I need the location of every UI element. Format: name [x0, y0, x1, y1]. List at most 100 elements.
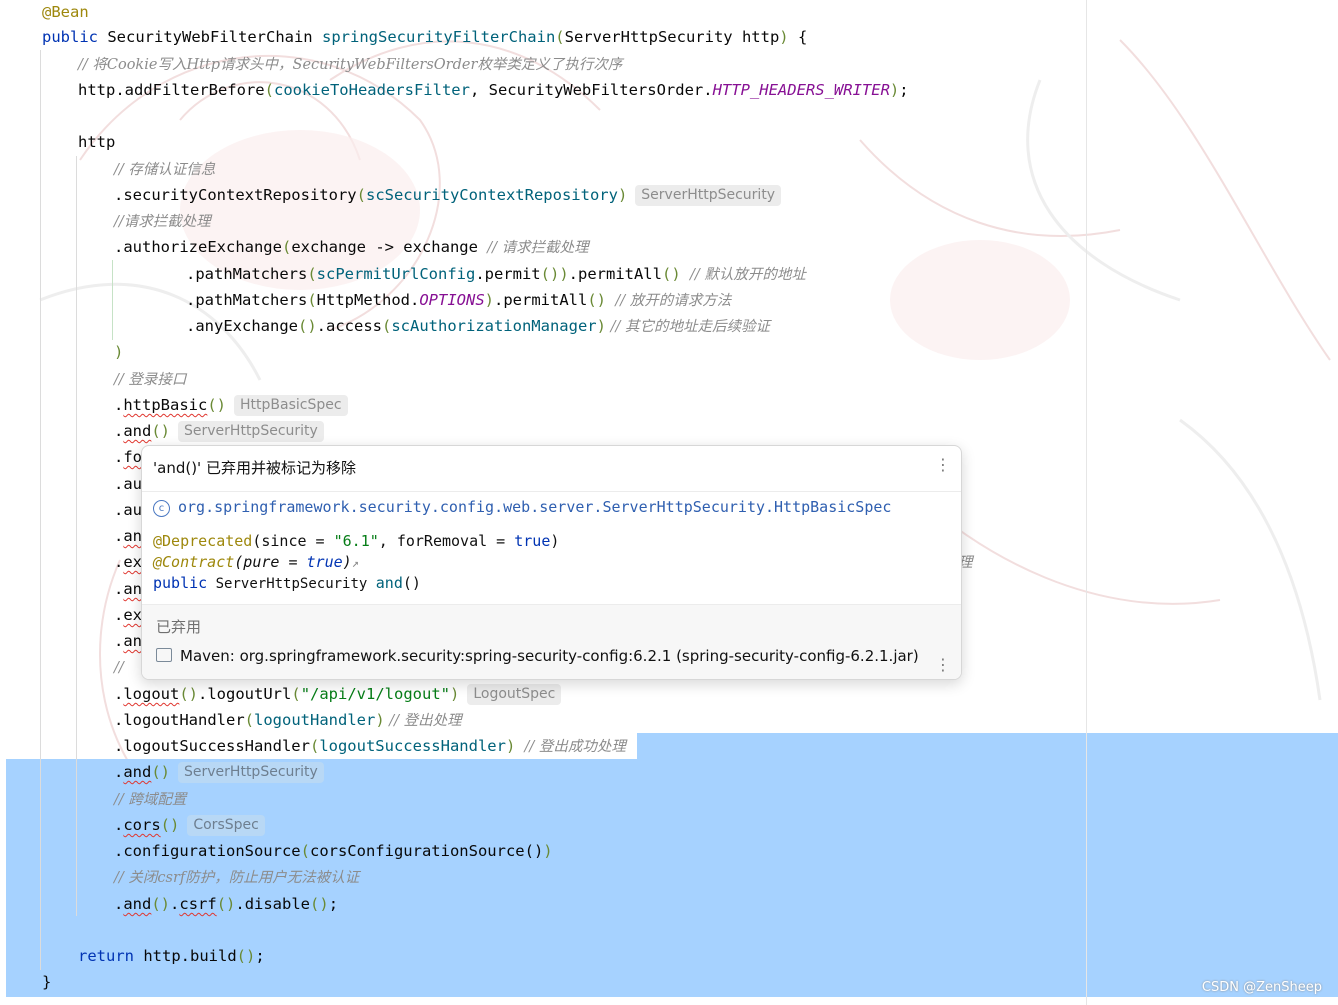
paren: () — [216, 895, 236, 913]
code-text: corsConfigurationSource() — [309, 842, 544, 860]
class-reference[interactable]: c org.springframework.security.config.web… — [153, 498, 891, 517]
type-hint: LogoutSpec — [467, 684, 562, 705]
text-selection — [637, 733, 1338, 760]
library-icon — [156, 648, 172, 662]
type-hint: HttpBasicSpec — [234, 395, 348, 416]
tooltip-title: 'and()' 已弃用并被标记为移除 — [153, 459, 356, 477]
deprecated-method[interactable]: cors — [123, 816, 160, 834]
deprecated-method[interactable]: an — [123, 527, 142, 545]
paren: ) — [450, 685, 460, 703]
method-call[interactable]: .authorizeExchange — [114, 238, 282, 256]
semicolon: ; — [328, 895, 339, 913]
code-line: .cors() CorsSpec — [114, 813, 265, 837]
code-line: } — [42, 970, 51, 994]
paren: ) — [559, 265, 569, 283]
type-hint: ServerHttpSecurity — [635, 185, 782, 206]
field-ref[interactable]: scPermitUrlConfig — [317, 265, 476, 283]
class-reference-link[interactable]: org.springframework.security.config.web.… — [178, 498, 891, 516]
external-link-icon[interactable]: ↗ — [352, 556, 359, 570]
deprecated-method[interactable]: fo — [123, 448, 142, 466]
field-ref[interactable]: scAuthorizationManager — [391, 317, 596, 335]
type-hint: ServerHttpSecurity — [178, 421, 324, 442]
more-options-icon[interactable]: ⋮ — [935, 657, 951, 673]
paren: ) — [596, 317, 606, 335]
code-line: .logoutHandler(logoutHandler) // 登出处理 — [114, 708, 462, 732]
comment: // 放开的请求方法 — [615, 293, 732, 309]
method-call[interactable]: .anyExchange — [186, 317, 298, 335]
keyword: return — [78, 947, 134, 965]
method-call[interactable]: .configurationSource — [114, 842, 301, 860]
comment: // 跨域配置 — [114, 792, 187, 808]
type-hint: CorsSpec — [187, 815, 265, 836]
deprecated-method[interactable]: httpBasic — [123, 396, 207, 414]
deprecated-method[interactable]: csrf — [179, 895, 216, 913]
method-call[interactable]: .access — [317, 317, 382, 335]
paren: () — [160, 816, 180, 834]
method-call[interactable]: .pathMatchers — [186, 291, 307, 309]
method-call[interactable]: .permitAll — [569, 265, 662, 283]
paren: ) — [617, 186, 628, 204]
code-line: .ex — [114, 550, 142, 574]
deprecated-method[interactable]: logout — [123, 685, 179, 703]
annotation[interactable]: @Deprecated — [153, 532, 252, 550]
deprecated-method[interactable]: ex — [123, 606, 142, 624]
dot: . — [114, 816, 124, 834]
code-text: ) — [342, 553, 352, 571]
maven-library: Maven: org.springframework.security:spri… — [156, 647, 919, 665]
deprecated-method[interactable]: and — [123, 763, 151, 781]
constant[interactable]: OPTIONS — [419, 291, 484, 309]
method-call[interactable]: .logoutSuccessHandler — [114, 737, 310, 755]
method-call[interactable]: .disable — [235, 895, 310, 913]
dot: . — [114, 527, 124, 545]
field-ref[interactable]: logoutHandler — [254, 711, 375, 729]
method-call[interactable]: .logoutHandler — [114, 711, 245, 729]
keyword: public — [153, 574, 208, 592]
method-name[interactable]: springSecurityFilterChain — [322, 28, 555, 46]
paren: () — [540, 265, 560, 283]
constant[interactable]: HTTP_HEADERS_WRITER — [713, 81, 890, 99]
deprecation-tooltip[interactable]: 'and()' 已弃用并被标记为移除 ⋮ c org.springframewor… — [141, 445, 962, 680]
code-line: .an — [114, 524, 142, 548]
deprecated-method[interactable]: an — [123, 580, 142, 598]
method-call[interactable]: .permit — [475, 265, 540, 283]
code-line: .configurationSource(corsConfigurationSo… — [114, 839, 553, 863]
deprecated-method[interactable]: ex — [123, 553, 142, 571]
comment: // 关闭csrf防护，防止用户无法被认证 — [114, 870, 360, 886]
deprecated-method[interactable]: an — [123, 632, 142, 650]
comment: // 默认放开的地址 — [689, 267, 806, 283]
type-name[interactable]: SecurityWebFilterChain — [107, 28, 312, 46]
field-ref[interactable]: scSecurityContextRepository — [366, 186, 618, 204]
paren: () — [151, 422, 171, 440]
paren: () — [310, 895, 329, 913]
deprecated-method[interactable]: and — [123, 895, 151, 913]
code-line: http.addFilterBefore(cookieToHeadersFilt… — [78, 78, 909, 102]
code-line: .an — [114, 577, 142, 601]
field-ref[interactable]: logoutSuccessHandler — [319, 737, 506, 755]
class-icon: c — [153, 500, 170, 517]
comment: // 其它的地址走后续验证 — [605, 319, 770, 335]
code-line: public SecurityWebFilterChain springSecu… — [42, 25, 807, 49]
method-call[interactable]: .logoutUrl — [198, 685, 291, 703]
dot: . — [114, 448, 124, 466]
method-call[interactable]: .pathMatchers — [186, 265, 307, 283]
field-ref[interactable]: cookieToHeadersFilter — [274, 81, 470, 99]
deprecated-method[interactable]: and — [123, 422, 151, 440]
paren: ) — [505, 737, 516, 755]
method-call[interactable]: .securityContextRepository — [114, 186, 357, 204]
indent-guide — [76, 156, 77, 916]
watermark: CSDN @ZenSheep — [1201, 980, 1322, 995]
method-call[interactable]: .permitAll — [494, 291, 587, 309]
maven-coordinates: Maven: org.springframework.security:spri… — [180, 647, 919, 665]
code-text: , SecurityWebFiltersOrder. — [469, 81, 713, 99]
comment: // 登出成功处理 — [515, 739, 626, 755]
code-line: .au — [114, 498, 142, 522]
code-line: // 将Cookie写入Http请求头中，SecurityWebFiltersO… — [78, 52, 622, 76]
keyword: public — [42, 28, 98, 46]
more-options-icon[interactable]: ⋮ — [935, 457, 951, 473]
paren: ( — [281, 238, 292, 256]
paren: ( — [381, 317, 392, 335]
code-line: .anyExchange().access(scAuthorizationMan… — [186, 314, 770, 338]
dot: . — [170, 895, 180, 913]
annotation[interactable]: @Contract — [153, 553, 234, 571]
paren: () — [151, 895, 171, 913]
